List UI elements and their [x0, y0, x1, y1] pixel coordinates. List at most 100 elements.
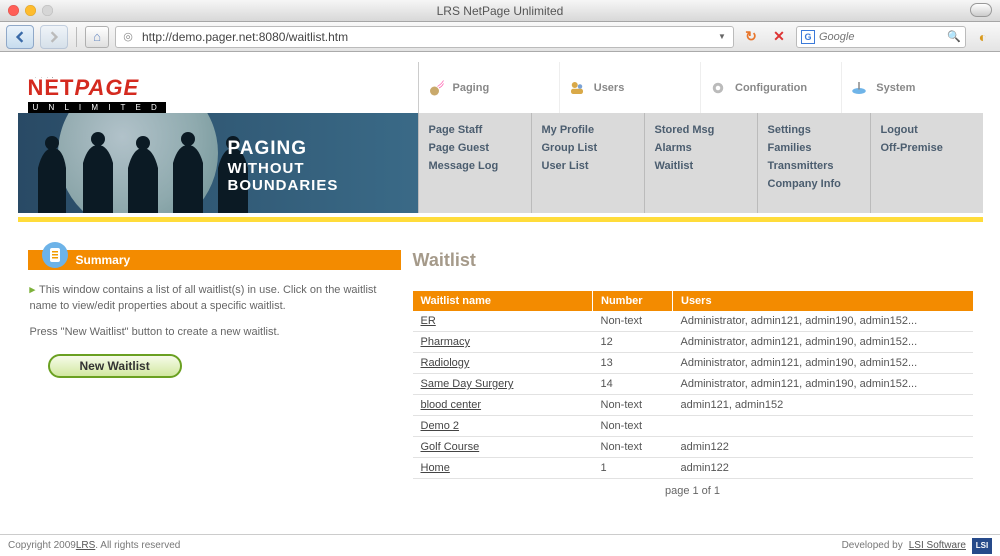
- search-input[interactable]: [819, 31, 943, 43]
- lsi-badge-icon: LSI: [972, 538, 992, 554]
- waitlist-number: Non-text: [593, 395, 673, 416]
- subnav-settings[interactable]: Settings: [768, 121, 870, 139]
- subnav-families[interactable]: Families: [768, 139, 870, 157]
- slogan-line2: WITHOUT BOUNDARIES: [228, 160, 418, 194]
- nav-paging[interactable]: Paging: [419, 62, 560, 113]
- bullet-icon: ▸: [30, 284, 36, 296]
- col-users: Users: [673, 291, 973, 311]
- waitlist-name-link[interactable]: Pharmacy: [421, 336, 471, 348]
- copyright-post: . All rights reserved: [95, 540, 180, 551]
- search-bar[interactable]: G 🔍: [796, 26, 966, 48]
- browser-toolbar: ⌂ ◎ ▼ ↻ ✕ G 🔍 ◐: [0, 22, 1000, 52]
- window-titlebar: LRS NetPage Unlimited: [0, 0, 1000, 22]
- stop-button[interactable]: ✕: [768, 26, 790, 48]
- waitlist-name-link[interactable]: Home: [421, 462, 450, 474]
- waitlist-number: 12: [593, 332, 673, 353]
- subnav-transmitters[interactable]: Transmitters: [768, 157, 870, 175]
- summary-icon: [38, 238, 72, 272]
- window-title: LRS NetPage Unlimited: [0, 4, 1000, 18]
- col-waitlist-name: Waitlist name: [413, 291, 593, 311]
- waitlist-number: 13: [593, 353, 673, 374]
- waitlist-users: Administrator, admin121, admin190, admin…: [673, 374, 973, 395]
- sub-nav: Page Staff Page Guest Message Log My Pro…: [418, 113, 983, 213]
- new-waitlist-button[interactable]: New Waitlist: [48, 354, 182, 378]
- table-row: Golf CourseNon-textadmin122: [413, 437, 973, 458]
- url-bar[interactable]: ◎ ▼: [115, 26, 734, 48]
- forward-button[interactable]: [40, 25, 68, 49]
- search-go-icon[interactable]: 🔍: [947, 30, 961, 43]
- page-body: NETPAGE U N L I M I T E D Paging Users C…: [0, 52, 1000, 534]
- nav-label: Users: [594, 82, 625, 94]
- page-title: Waitlist: [413, 250, 973, 271]
- nav-system[interactable]: System: [842, 62, 982, 113]
- footer-lsi-link[interactable]: LSI Software: [909, 540, 966, 551]
- waitlist-name-link[interactable]: Radiology: [421, 357, 470, 369]
- waitlist-number: Non-text: [593, 311, 673, 332]
- col-number: Number: [593, 291, 673, 311]
- top-nav: Paging Users Configuration System: [418, 62, 983, 113]
- waitlist-users: admin122: [673, 458, 973, 479]
- waitlist-users: Administrator, admin121, admin190, admin…: [673, 311, 973, 332]
- waitlist-number: 14: [593, 374, 673, 395]
- url-dropdown-icon[interactable]: ▼: [715, 32, 729, 41]
- gear-icon: [707, 79, 729, 97]
- toolbar-separator: [76, 27, 77, 47]
- waitlist-name-link[interactable]: ER: [421, 315, 436, 327]
- slogan-line1: PAGING: [228, 138, 418, 160]
- subnav-logout[interactable]: Logout: [881, 121, 983, 139]
- url-input[interactable]: [142, 30, 709, 44]
- waitlist-table: Waitlist name Number Users ERNon-textAdm…: [413, 291, 973, 479]
- logo-subtext: U N L I M I T E D: [28, 102, 166, 113]
- brand-logo: NETPAGE U N L I M I T E D: [18, 62, 418, 113]
- nav-label: Configuration: [735, 82, 807, 94]
- refresh-button[interactable]: ↻: [740, 26, 762, 48]
- back-button[interactable]: [6, 25, 34, 49]
- waitlist-number: Non-text: [593, 437, 673, 458]
- users-icon: [566, 79, 588, 97]
- table-row: Demo 2 Non-text: [413, 416, 973, 437]
- waitlist-users: [673, 416, 973, 437]
- waitlist-users: Administrator, admin121, admin190, admin…: [673, 353, 973, 374]
- table-row: ER Non-textAdministrator, admin121, admin…: [413, 311, 973, 332]
- hero-banner: PAGING WITHOUT BOUNDARIES: [18, 113, 418, 213]
- table-pager: page 1 of 1: [413, 479, 973, 503]
- waitlist-number: 1: [593, 458, 673, 479]
- subnav-company-info[interactable]: Company Info: [768, 175, 870, 193]
- window-pill-button[interactable]: [970, 3, 992, 17]
- nav-users[interactable]: Users: [560, 62, 701, 113]
- subnav-waitlist[interactable]: Waitlist: [655, 157, 757, 175]
- subnav-user-list[interactable]: User List: [542, 157, 644, 175]
- table-row: Same Day Surgery 14Administrator, admin12…: [413, 374, 973, 395]
- table-row: Radiology 13Administrator, admin121, admi…: [413, 353, 973, 374]
- waitlist-name-link[interactable]: Demo 2: [421, 420, 460, 432]
- subnav-stored-msg[interactable]: Stored Msg: [655, 121, 757, 139]
- footer-lrs-link[interactable]: LRS: [76, 540, 95, 551]
- google-icon: G: [801, 30, 815, 44]
- help-text: ▸This window contains a list of all wait…: [28, 270, 401, 340]
- dev-pre: Developed by: [842, 540, 903, 551]
- subnav-page-guest[interactable]: Page Guest: [429, 139, 531, 157]
- subnav-message-log[interactable]: Message Log: [429, 157, 531, 175]
- table-row: Pharmacy 12Administrator, admin121, admin…: [413, 332, 973, 353]
- summary-heading: Summary: [28, 250, 401, 270]
- page-favicon-icon: ◎: [120, 29, 136, 45]
- waitlist-users: admin121, admin152: [673, 395, 973, 416]
- table-row: Home 1admin122: [413, 458, 973, 479]
- nav-label: Paging: [453, 82, 490, 94]
- waitlist-name-link[interactable]: blood center: [421, 399, 482, 411]
- browser-menu-icon[interactable]: ◐: [972, 26, 994, 48]
- waitlist-name-link[interactable]: Golf Course: [421, 441, 480, 453]
- subnav-off-premise[interactable]: Off-Premise: [881, 139, 983, 157]
- subnav-page-staff[interactable]: Page Staff: [429, 121, 531, 139]
- waitlist-users: Administrator, admin121, admin190, admin…: [673, 332, 973, 353]
- nav-configuration[interactable]: Configuration: [701, 62, 842, 113]
- subnav-alarms[interactable]: Alarms: [655, 139, 757, 157]
- waitlist-name-link[interactable]: Same Day Surgery: [421, 378, 514, 390]
- nav-label: System: [876, 82, 915, 94]
- waitlist-number: Non-text: [593, 416, 673, 437]
- paging-icon: [425, 79, 447, 97]
- home-button[interactable]: ⌂: [85, 26, 109, 48]
- subnav-group-list[interactable]: Group List: [542, 139, 644, 157]
- subnav-my-profile[interactable]: My Profile: [542, 121, 644, 139]
- copyright-pre: Copyright 2009: [8, 540, 76, 551]
